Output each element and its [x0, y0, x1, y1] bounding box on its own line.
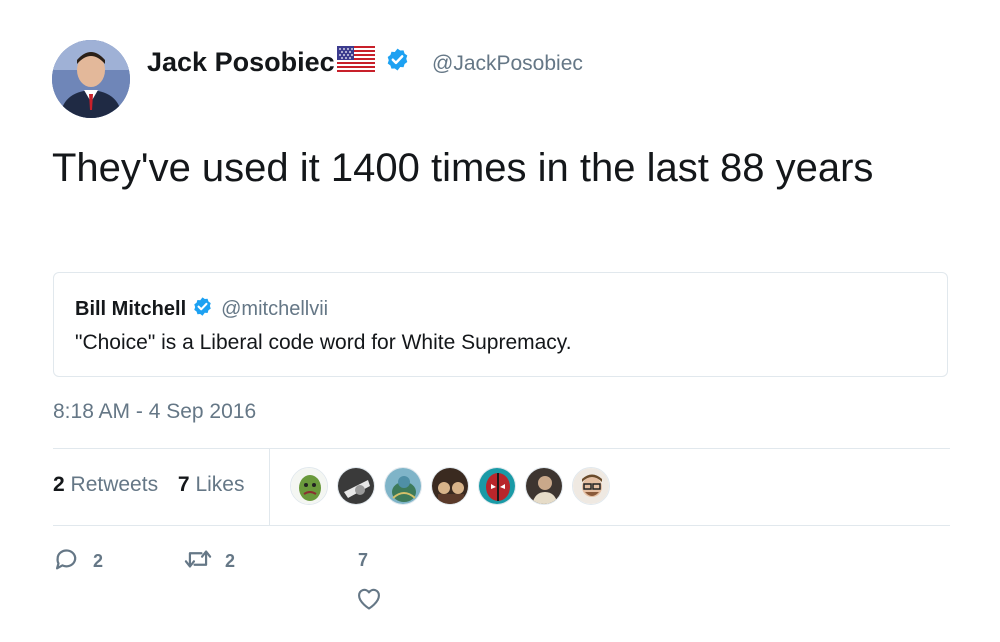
like-count: 7: [358, 550, 369, 570]
retweet-icon: [183, 545, 213, 578]
retweet-button[interactable]: 2: [183, 545, 235, 578]
liker-avatar-6[interactable]: [525, 467, 563, 505]
liker-avatar-2[interactable]: [337, 467, 375, 505]
divider: [53, 525, 950, 526]
liker-avatar-3[interactable]: [384, 467, 422, 505]
quoted-author-name: Bill Mitchell: [75, 297, 187, 320]
stats-divider: [269, 449, 270, 525]
tweet-text: They've used it 1400 times in the last 8…: [52, 146, 874, 190]
quoted-tweet[interactable]: Bill Mitchell @mitchellvii "Choice" is a…: [53, 272, 948, 377]
retweets-count: 2: [53, 473, 65, 496]
quoted-tweet-text: "Choice" is a Liberal code word for Whit…: [75, 331, 572, 354]
reply-icon: [53, 545, 81, 578]
tweet-stats: 2 Retweets 7 Likes: [53, 473, 244, 497]
liker-avatar-1[interactable]: [290, 467, 328, 505]
retweets-stat[interactable]: 2 Retweets: [53, 473, 158, 497]
author-handle[interactable]: @JackPosobiec: [432, 52, 583, 76]
likes-count: 7: [177, 473, 190, 496]
liker-avatar-7[interactable]: [572, 467, 610, 505]
liker-avatars: [290, 467, 619, 505]
liker-avatar-5[interactable]: [478, 467, 516, 505]
author-avatar[interactable]: [52, 40, 130, 118]
verified-badge-icon: [385, 47, 410, 79]
tweet-timestamp[interactable]: 8:18 AM - 4 Sep 2016: [53, 400, 256, 424]
reply-count: 2: [93, 551, 104, 571]
liker-avatar-4[interactable]: [431, 467, 469, 505]
heart-icon[interactable]: [355, 585, 383, 616]
verified-badge-icon: [192, 296, 213, 322]
retweets-label: Retweets: [70, 473, 159, 496]
us-flag-icon: [336, 46, 375, 79]
author-name[interactable]: Jack Posobiec: [147, 47, 335, 78]
author-name-row[interactable]: Jack Posobiec: [147, 46, 410, 79]
quoted-tweet-header: Bill Mitchell @mitchellvii: [75, 296, 328, 322]
retweet-count: 2: [225, 551, 236, 571]
divider: [53, 448, 950, 449]
reply-button[interactable]: 2: [53, 545, 103, 578]
quoted-author-handle: @mitchellvii: [221, 297, 329, 320]
likes-stat[interactable]: 7 Likes: [178, 473, 245, 497]
likes-label: Likes: [195, 473, 245, 496]
